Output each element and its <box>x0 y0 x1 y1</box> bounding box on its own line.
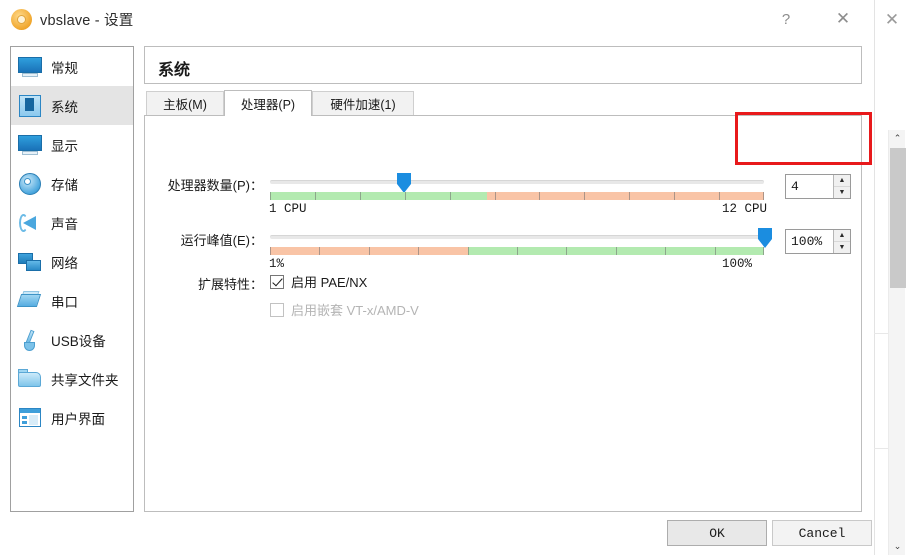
spinner-up-icon[interactable]: ▲ <box>834 175 850 187</box>
background-window-close-icon[interactable]: ✕ <box>878 6 906 34</box>
folder-icon <box>17 366 43 392</box>
sidebar-item-label: 用户界面 <box>51 411 105 427</box>
sidebar-item-label: 常规 <box>51 60 78 76</box>
serial-port-icon <box>16 288 43 314</box>
sidebar-item-display[interactable]: 显示 <box>11 125 133 164</box>
checkbox-enable-pae-nx[interactable]: 启用 PAE/NX <box>270 272 367 291</box>
spinner-down-icon[interactable]: ▼ <box>834 187 850 198</box>
extended-features-label: 扩展特性： <box>197 277 263 292</box>
scroll-down-icon[interactable]: ⌄ <box>889 538 906 555</box>
spinner-buttons: ▲ ▼ <box>833 230 850 253</box>
background-window-divider-top <box>874 333 888 334</box>
sidebar-item-label: 显示 <box>51 138 78 154</box>
execution-cap-value[interactable]: 100% <box>786 234 833 249</box>
sidebar-item-label: 声音 <box>51 216 78 232</box>
cpu-chip-icon <box>17 93 43 119</box>
execution-cap-max-label: 100% <box>722 257 753 271</box>
tab-motherboard[interactable]: 主板(M) <box>146 91 224 115</box>
title-bar: vbslave - 设置 ? ✕ <box>0 0 872 40</box>
checkbox-box[interactable] <box>270 274 284 289</box>
network-icon <box>17 249 43 275</box>
settings-sidebar: 常规 系统 显示 存储 声音 网络 串口 USB设备 共享文件夹 用户界面 <box>10 46 134 512</box>
checkbox-label: 启用 PAE/NX <box>291 275 368 290</box>
sidebar-item-label: USB设备 <box>51 333 106 349</box>
tab-label: 硬件加速(1) <box>330 98 396 112</box>
checkbox-box[interactable] <box>270 302 284 317</box>
spinner-buttons: ▲ ▼ <box>833 175 850 198</box>
slider-groove <box>270 180 764 184</box>
scale-ticks <box>270 247 764 255</box>
sidebar-item-serial-ports[interactable]: 串口 <box>11 281 133 320</box>
background-window-scrollbar[interactable]: ⌃ ⌄ <box>888 130 906 555</box>
virtualbox-gear-icon <box>11 9 32 30</box>
tab-acceleration[interactable]: 硬件加速(1) <box>312 91 414 115</box>
sidebar-item-label: 系统 <box>51 99 78 115</box>
processor-count-spinbox[interactable]: 4 ▲ ▼ <box>785 174 851 199</box>
tab-processor[interactable]: 处理器(P) <box>224 90 312 116</box>
sidebar-item-system[interactable]: 系统 <box>11 86 133 125</box>
execution-cap-spinbox[interactable]: 100% ▲ ▼ <box>785 229 851 254</box>
execution-cap-label: 运行峰值(E)： <box>180 233 263 248</box>
slider-groove <box>270 235 764 239</box>
processor-count-scale <box>270 192 764 200</box>
scale-ticks <box>270 192 764 200</box>
tab-label: 处理器(P) <box>240 98 296 112</box>
usb-icon <box>17 327 43 353</box>
spinner-up-icon[interactable]: ▲ <box>834 230 850 242</box>
slider-handle[interactable] <box>758 228 772 248</box>
close-button[interactable]: ✕ <box>822 2 864 36</box>
sidebar-item-shared-folders[interactable]: 共享文件夹 <box>11 359 133 398</box>
user-interface-icon <box>17 405 43 431</box>
screen-root: ✕ ⌃ ⌄ vbslave - 设置 ? ✕ 常规 系统 显示 存储 声音 网络… <box>0 0 913 555</box>
processor-count-max-label: 12 CPU <box>722 202 768 216</box>
settings-dialog: vbslave - 设置 ? ✕ 常规 系统 显示 存储 声音 网络 串口 US… <box>0 0 872 555</box>
slider-handle[interactable] <box>397 173 411 193</box>
sidebar-item-label: 网络 <box>51 255 78 271</box>
processor-tab-content: 处理器数量(P)： 1 CPU 12 CPU 4 ▲ ▼ 运行峰值(E)： 1%… <box>144 115 862 512</box>
execution-cap-scale <box>270 247 764 255</box>
sidebar-item-label: 串口 <box>51 294 78 310</box>
settings-panel: 系统 主板(M) 处理器(P) 硬件加速(1) 处理器数量(P)： 1 CPU … <box>144 46 862 512</box>
background-window-divider-bottom <box>874 448 888 449</box>
panel-header: 系统 <box>144 46 862 84</box>
tab-label: 主板(M) <box>163 98 207 112</box>
sidebar-item-network[interactable]: 网络 <box>11 242 133 281</box>
processor-count-min-label: 1 CPU <box>269 202 307 216</box>
sidebar-item-label: 共享文件夹 <box>51 372 119 388</box>
scrollbar-thumb[interactable] <box>890 148 906 288</box>
processor-count-value[interactable]: 4 <box>786 179 833 194</box>
processor-count-label: 处理器数量(P)： <box>167 178 263 193</box>
help-button[interactable]: ? <box>765 2 807 36</box>
checkbox-enable-nested-vtx[interactable]: 启用嵌套 VT-x/AMD-V <box>270 300 419 319</box>
ok-button[interactable]: OK <box>667 520 767 546</box>
monitor-icon <box>17 54 43 80</box>
checkbox-label: 启用嵌套 VT-x/AMD-V <box>291 303 419 318</box>
execution-cap-min-label: 1% <box>269 257 285 271</box>
speaker-icon <box>17 210 43 236</box>
sidebar-item-user-interface[interactable]: 用户界面 <box>11 398 133 437</box>
sidebar-item-general[interactable]: 常规 <box>11 47 133 86</box>
page-title: 系统 <box>158 62 191 79</box>
sidebar-item-label: 存储 <box>51 177 78 193</box>
spinner-down-icon[interactable]: ▼ <box>834 242 850 253</box>
window-title: vbslave - 设置 <box>40 13 134 29</box>
sidebar-item-usb[interactable]: USB设备 <box>11 320 133 359</box>
processor-count-slider[interactable] <box>270 173 764 193</box>
cancel-button[interactable]: Cancel <box>772 520 872 546</box>
sidebar-item-audio[interactable]: 声音 <box>11 203 133 242</box>
execution-cap-slider[interactable] <box>270 228 772 248</box>
scroll-up-icon[interactable]: ⌃ <box>889 130 906 147</box>
harddisk-icon <box>17 171 43 197</box>
display-icon <box>17 132 43 158</box>
sidebar-item-storage[interactable]: 存储 <box>11 164 133 203</box>
tab-bar: 主板(M) 处理器(P) 硬件加速(1) <box>144 90 862 116</box>
